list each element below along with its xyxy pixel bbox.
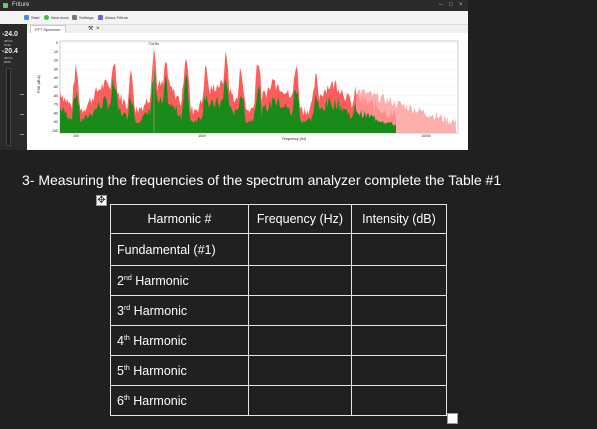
intensity-cell[interactable] [351, 355, 447, 386]
y-tick-label: -100 [51, 129, 58, 133]
new-dock-label: New dock [51, 15, 69, 20]
meter-tick [20, 114, 24, 115]
row-label: 5th Harmonic [110, 355, 249, 386]
header-intensity: Intensity (dB) [351, 204, 447, 234]
dock-tabbar: FFT Spectrum ⚒ × [26, 25, 468, 34]
y-tick-label: -50 [53, 85, 58, 89]
main-toolbar: Start New dock Settings About Friture [0, 11, 468, 25]
frequency-cell[interactable] [248, 295, 352, 326]
x-tick-label: 10000 [421, 134, 431, 138]
tools-icon [72, 15, 77, 20]
table-row: 4th Harmonic [110, 325, 447, 356]
frequency-cell[interactable] [248, 355, 352, 386]
header-harmonic: Harmonic # [110, 204, 249, 234]
add-icon [44, 15, 49, 20]
table-row: 6th Harmonic [110, 385, 447, 416]
settings-label: Settings [79, 15, 94, 20]
rms-level-mode: RMS [4, 60, 11, 64]
close-icon[interactable]: × [459, 0, 463, 11]
question-text: 3- Measuring the frequencies of the spec… [22, 172, 502, 188]
header-frequency: Frequency (Hz) [248, 204, 352, 234]
y-tick-label: -60 [53, 94, 58, 98]
rms-level-value: -20.4 [2, 48, 18, 55]
level-meter-bar [6, 68, 11, 146]
minimize-icon[interactable]: – [439, 0, 442, 11]
about-button[interactable]: About Friture [98, 15, 128, 20]
row-label: 3rd Harmonic [110, 295, 249, 326]
intensity-cell[interactable] [351, 295, 447, 326]
x-axis-ticks: 100 1000 10000 [73, 134, 431, 138]
info-icon [98, 15, 103, 20]
intensity-cell[interactable] [351, 233, 447, 266]
row-label: 6th Harmonic [110, 385, 249, 416]
play-icon [24, 15, 29, 20]
row-label: 2nd Harmonic [110, 265, 249, 296]
app-logo-icon [3, 3, 8, 8]
about-label: About Friture [105, 15, 129, 20]
intensity-cell[interactable] [351, 325, 447, 356]
ordinal-number: 6 [117, 393, 124, 408]
table-row: 2nd Harmonic [110, 265, 447, 296]
start-button[interactable]: Start [24, 15, 39, 20]
y-tick-label: -90 [53, 120, 58, 124]
peak-level-mode: Peak [4, 43, 11, 47]
frequency-cell[interactable] [248, 385, 352, 416]
level-meter-panel: -24.0 dB FS Peak -20.4 dB FS RMS [0, 24, 27, 150]
y-tick-label: -30 [53, 67, 58, 71]
frequency-cell[interactable] [248, 233, 352, 266]
harmonics-table: Harmonic # Frequency (Hz) Intensity (dB)… [110, 204, 447, 416]
frequency-cell[interactable] [248, 265, 352, 296]
new-dock-button[interactable]: New dock [44, 15, 69, 20]
intensity-cell[interactable] [351, 265, 447, 296]
meter-tick [20, 94, 24, 95]
y-tick-label: -20 [53, 59, 58, 63]
ordinal-suffix: nd [123, 274, 132, 282]
table-resize-handle-icon[interactable] [447, 413, 458, 424]
frequency-cell[interactable] [248, 325, 352, 356]
table-move-handle-icon[interactable]: ✥ [96, 195, 107, 206]
peak-level-value: -24.0 [2, 31, 18, 38]
intensity-cell[interactable] [351, 385, 447, 416]
dock-settings-icon[interactable]: ⚒ [88, 25, 93, 33]
settings-button[interactable]: Settings [72, 15, 93, 20]
table-row: 5th Harmonic [110, 355, 447, 386]
row-label: 4th Harmonic [110, 325, 249, 356]
ordinal-number: 4 [117, 333, 124, 348]
maximize-icon[interactable]: □ [449, 0, 453, 11]
table-row: Fundamental (#1) [110, 233, 447, 266]
row-label-text: Harmonic [129, 333, 187, 348]
row-label-text: Harmonic [129, 363, 187, 378]
row-label: Fundamental (#1) [110, 233, 249, 266]
window-titlebar: Friture – □ × [0, 0, 468, 11]
fft-spectrum-plot[interactable]: 0 -10 -20 -30 -40 -50 -60 -70 -80 -90 -100 100 1000… [36, 37, 461, 141]
x-tick-label: 1000 [198, 134, 206, 138]
table-header-row: Harmonic # Frequency (Hz) Intensity (dB) [110, 204, 447, 234]
ordinal-number: 2 [117, 273, 124, 288]
row-label-text: Harmonic [129, 393, 187, 408]
y-tick-label: 0 [56, 41, 58, 45]
ordinal-number: 5 [117, 363, 124, 378]
y-tick-label: -10 [53, 50, 58, 54]
y-axis-label: PSD (dB A) [37, 75, 41, 93]
y-axis-ticks: 0 -10 -20 -30 -40 -50 -60 -70 -80 -90 -100 [51, 41, 58, 133]
window-title: Friture [12, 2, 30, 8]
table-row: 3rd Harmonic [110, 295, 447, 326]
row-label-text: Harmonic [130, 303, 188, 318]
start-label: Start [31, 15, 40, 20]
x-tick-label: 100 [73, 134, 79, 138]
dock-close-icon[interactable]: × [96, 25, 100, 33]
y-tick-label: -80 [53, 111, 58, 115]
row-label-text: Harmonic [131, 273, 189, 288]
peak-marker-label: 714 Hz [148, 42, 159, 46]
y-tick-label: -70 [53, 103, 58, 107]
x-axis-label: Frequency (Hz) [282, 137, 306, 141]
ordinal-number: 3 [117, 303, 124, 318]
y-tick-label: -40 [53, 76, 58, 80]
meter-tick [20, 134, 24, 135]
